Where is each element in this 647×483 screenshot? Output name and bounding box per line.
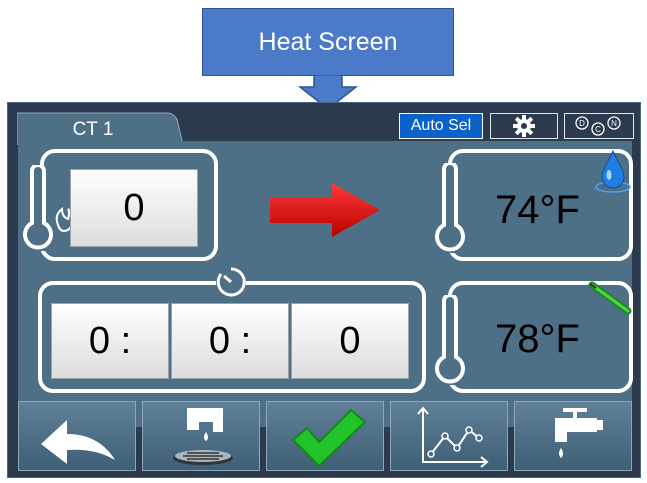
settings-button[interactable]	[490, 113, 558, 139]
gear-icon	[513, 115, 535, 137]
auto-sel-label: Auto Sel	[410, 117, 472, 134]
probe-temp-value: 78°F	[495, 317, 580, 361]
thermometer-icon	[432, 295, 468, 385]
timer-icon	[216, 267, 246, 297]
drain-button[interactable]	[142, 401, 260, 471]
green-check-icon	[291, 408, 367, 468]
bottom-toolbar	[18, 401, 634, 471]
water-tap-icon	[555, 408, 603, 458]
fill-button[interactable]	[514, 401, 632, 471]
svg-text:N: N	[611, 119, 617, 128]
back-arrow-icon	[41, 420, 115, 464]
auto-sel-button[interactable]: Auto Sel	[399, 113, 483, 139]
stage: Heat Screen CT 1 Auto Sel D C N 0 0: 0 …	[0, 0, 647, 483]
heat-setpoint-field[interactable]: 0	[70, 169, 198, 247]
mode-button[interactable]: D C N	[564, 113, 634, 139]
main-panel: 0 0 : 0: 0 74°F 78°F	[18, 141, 633, 427]
svg-text:D: D	[579, 119, 585, 128]
water-drop-icon	[595, 149, 631, 193]
confirm-button[interactable]	[266, 401, 384, 471]
callout-label: Heat Screen	[258, 27, 398, 56]
timer-minutes-value: 0 :	[208, 319, 252, 362]
thermometer-icon	[432, 163, 468, 253]
dcn-mode-icon: D C N	[575, 116, 621, 136]
water-temp-value: 74°F	[495, 188, 580, 232]
probe-icon	[588, 281, 632, 315]
timer-minutes-field[interactable]: 0 :	[171, 303, 289, 379]
timer-hours-field[interactable]: 0 :	[51, 303, 169, 379]
device-screen: CT 1 Auto Sel D C N 0 0: 0: 0 74°F 78°…	[7, 102, 641, 478]
svg-text:C: C	[595, 125, 601, 134]
timer-seconds-value: 0	[339, 319, 361, 362]
thermometer-flame-icon	[20, 165, 76, 251]
graph-icon	[417, 406, 489, 468]
graph-button[interactable]	[390, 401, 508, 471]
drain-icon	[173, 408, 233, 465]
back-button[interactable]	[18, 401, 136, 471]
heat-setpoint-value: 0	[123, 186, 145, 229]
red-arrow-icon	[270, 183, 380, 237]
timer-hours-value: 0 :	[88, 319, 132, 362]
tab-ct1[interactable]: CT 1	[18, 119, 168, 141]
timer-seconds-field[interactable]: 0	[291, 303, 409, 379]
heat-screen-callout: Heat Screen	[202, 8, 454, 76]
